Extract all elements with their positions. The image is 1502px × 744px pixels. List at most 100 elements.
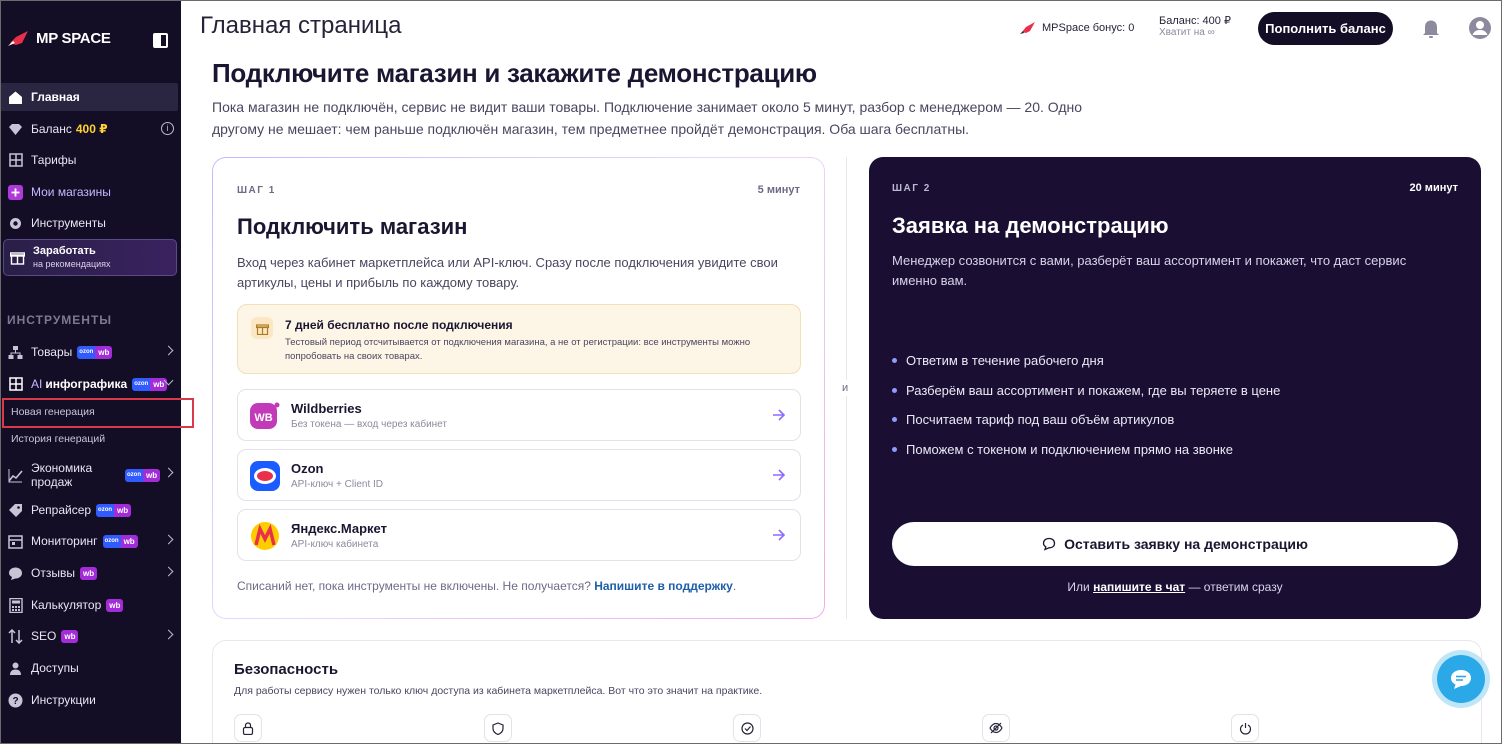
logo[interactable]: MP SPACE xyxy=(8,29,111,47)
earn-referral-banner[interactable]: Заработать на рекомендациях xyxy=(3,239,177,276)
check-circle-icon xyxy=(733,714,761,742)
bell-icon[interactable] xyxy=(1420,17,1442,39)
security-desc: Для работы сервису нужен только ключ дос… xyxy=(234,685,763,697)
step1-label: ШАГ 1 xyxy=(237,185,276,196)
sidebar-item-products[interactable]: Товары ozon wb xyxy=(0,338,181,366)
sidebar-item-label: инфографика xyxy=(45,377,128,391)
calculator-icon xyxy=(8,597,23,613)
sidebar-item-label: Доступы xyxy=(31,661,79,675)
support-chat-button[interactable] xyxy=(1437,655,1485,703)
bullet-text: Поможем с токеном и подключением прямо н… xyxy=(906,442,1233,457)
sidebar: MP SPACE Главная Баланс 400 ₽ i Тарифы М… xyxy=(0,0,194,744)
tag-icon xyxy=(8,503,23,518)
ozon-logo-icon xyxy=(250,461,280,491)
footnote-text: Списаний нет, пока инструменты не включе… xyxy=(237,579,591,593)
sidebar-subitem-generation-history[interactable]: История генераций xyxy=(11,433,105,445)
step2-bullet: Разберём ваш ассортимент и покажем, где … xyxy=(892,383,1280,398)
hierarchy-icon xyxy=(8,345,23,360)
sidebar-item-calculator[interactable]: Калькулятор wb xyxy=(0,591,181,619)
step1-title: Подключить магазин xyxy=(237,214,468,239)
sidebar-item-label: Мои магазины xyxy=(31,185,111,199)
sidebar-item-label: Отзывы xyxy=(31,566,75,580)
topup-button[interactable]: Пополнить баланс xyxy=(1258,12,1393,45)
and-label: и xyxy=(842,380,849,396)
diamond-icon xyxy=(8,122,23,137)
step2-bullet: Поможем с токеном и подключением прямо н… xyxy=(892,442,1233,457)
sidebar-item-label: Главная xyxy=(31,90,80,104)
marketplace-row-yandex-market[interactable]: Яндекс.Маркет API-ключ кабинета xyxy=(237,509,801,561)
trial-title: 7 дней бесплатно после подключения xyxy=(285,318,513,332)
sidebar-item-monitoring[interactable]: Мониторинг ozon wb xyxy=(0,527,181,555)
marketplace-sub: API-ключ кабинета xyxy=(291,539,379,550)
marketplace-badge: wb xyxy=(106,598,124,612)
arrow-right-icon xyxy=(772,528,786,542)
bullet-dot xyxy=(892,388,897,393)
step2-title: Заявка на демонстрацию xyxy=(892,213,1169,238)
bonus-text: MPSpace бонус: 0 xyxy=(1042,22,1135,34)
footnote-end: . xyxy=(732,579,737,593)
write-chat-link[interactable]: напишите в чат xyxy=(1093,580,1185,594)
sort-arrows-icon xyxy=(8,628,23,644)
bullet-dot xyxy=(892,358,897,363)
step2-label: ШАГ 2 xyxy=(892,183,931,194)
power-icon xyxy=(1231,714,1259,742)
yandex-market-logo-icon xyxy=(250,521,280,551)
arrow-right-icon xyxy=(772,468,786,482)
question-icon: ? xyxy=(8,693,23,708)
rocket-icon xyxy=(8,31,28,46)
marketplace-name: Яндекс.Маркет xyxy=(291,521,387,536)
grid-icon xyxy=(8,153,23,168)
step2-desc: Менеджер созвонится с вами, разберёт ваш… xyxy=(892,253,1407,288)
wildberries-logo-icon: WB xyxy=(250,401,280,431)
chevron-right-icon xyxy=(163,534,174,545)
sidebar-item-ai-infographics[interactable]: AI инфографика ozon wb xyxy=(0,370,181,398)
calendar-icon xyxy=(8,534,23,549)
trend-icon xyxy=(8,468,23,483)
sidebar-item-tariffs[interactable]: Тарифы xyxy=(0,146,181,174)
sidebar-item-repricer[interactable]: Репрайсер ozon wb xyxy=(0,496,181,524)
arrow-right-icon xyxy=(772,408,786,422)
request-demo-label: Оставить заявку на демонстрацию xyxy=(1064,536,1308,552)
gear-icon xyxy=(8,216,23,231)
ai-prefix: AI xyxy=(31,377,43,391)
sidebar-item-my-stores[interactable]: Мои магазины xyxy=(0,178,181,206)
sidebar-item-access[interactable]: Доступы xyxy=(0,654,181,682)
gift-icon xyxy=(10,250,25,265)
plus-square-icon xyxy=(8,184,23,200)
main-headline: Подключите магазин и закажите демонстрац… xyxy=(212,58,817,88)
sidebar-item-label-line1: Экономика xyxy=(31,461,93,475)
marketplace-badge: ozon wb xyxy=(125,468,161,482)
marketplace-row-wildberries[interactable]: WB Wildberries Без токена — вход через к… xyxy=(237,389,801,441)
step2-bullet: Ответим в течение рабочего дня xyxy=(892,353,1104,368)
info-icon[interactable]: i xyxy=(161,122,174,135)
bonus-indicator[interactable]: MPSpace бонус: 0 xyxy=(1020,21,1134,35)
sidebar-item-label: Мониторинг xyxy=(31,534,98,548)
support-link[interactable]: Напишите в поддержку xyxy=(594,579,733,593)
sidebar-item-label: Баланс xyxy=(31,122,72,136)
header-balance-value: Баланс: 400 ₽ xyxy=(1159,15,1231,27)
sidebar-collapse-button[interactable] xyxy=(153,33,168,48)
sidebar-item-sales-economics[interactable]: Экономика продаж ozon wb xyxy=(0,460,181,490)
marketplace-row-ozon[interactable]: Ozon API-ключ + Client ID xyxy=(237,449,801,501)
user-avatar-icon[interactable] xyxy=(1468,16,1492,40)
sidebar-item-label: Товары xyxy=(31,345,73,359)
sidebar-item-tools[interactable]: Инструменты xyxy=(0,209,181,237)
sidebar-item-home[interactable]: Главная xyxy=(0,83,178,111)
sidebar-item-balance[interactable]: Баланс 400 ₽ i xyxy=(0,115,181,143)
balance-amount: 400 ₽ xyxy=(75,122,108,136)
sidebar-item-instructions[interactable]: ? Инструкции xyxy=(0,686,181,714)
sidebar-item-label: Тарифы xyxy=(31,153,77,167)
sidebar-item-label: SEO xyxy=(31,629,57,643)
sidebar-item-label: Репрайсер xyxy=(31,503,92,517)
earn-subtitle: на рекомендациях xyxy=(33,259,111,269)
trial-desc: Тестовый период отсчитывается от подключ… xyxy=(285,337,751,362)
rocket-icon xyxy=(1020,22,1035,34)
home-icon xyxy=(8,90,23,105)
sidebar-item-seo[interactable]: SEO wb xyxy=(0,622,181,650)
bullet-dot xyxy=(892,447,897,452)
bullet-dot xyxy=(892,417,897,422)
chevron-right-icon xyxy=(163,345,174,356)
request-demo-button[interactable]: Оставить заявку на демонстрацию xyxy=(892,522,1458,566)
security-card: Безопасность Для работы сервису нужен то… xyxy=(212,640,1482,744)
sidebar-item-reviews[interactable]: Отзывы wb xyxy=(0,559,181,587)
